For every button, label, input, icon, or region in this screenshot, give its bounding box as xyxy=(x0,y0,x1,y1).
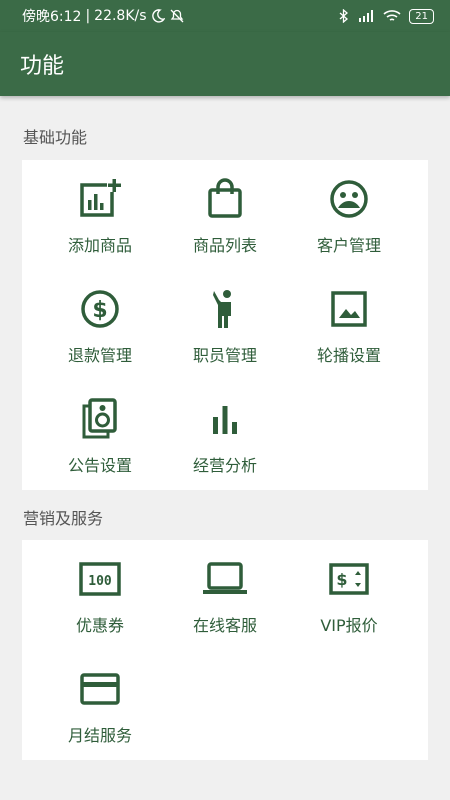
credit-card-icon xyxy=(77,666,123,712)
add-product-button[interactable]: 添加商品 xyxy=(32,160,168,270)
customer-management-button[interactable]: 客户管理 xyxy=(281,160,417,270)
bar-chart-icon xyxy=(202,396,248,442)
coupon-100-icon: 100 xyxy=(77,556,123,602)
product-list-button[interactable]: 商品列表 xyxy=(157,160,293,270)
announcement-settings-label: 公告设置 xyxy=(67,456,132,475)
svg-text:100: 100 xyxy=(88,574,112,589)
carousel-settings-button[interactable]: 轮播设置 xyxy=(281,270,417,380)
customer-management-label: 客户管理 xyxy=(316,236,381,255)
moon-icon xyxy=(151,9,165,23)
battery-indicator: 21 xyxy=(409,8,434,24)
basic-functions-card: 添加商品 商品列表 客户管理 $ 退款管理 职员管理 轮播设置 公告设置 经营分… xyxy=(22,160,428,490)
staff-management-label: 职员管理 xyxy=(192,346,257,365)
vip-quote-label: VIP报价 xyxy=(320,616,378,635)
monthly-settlement-label: 月结服务 xyxy=(67,726,132,745)
product-list-label: 商品列表 xyxy=(192,236,257,255)
bluetooth-icon xyxy=(339,9,349,23)
business-analysis-label: 经营分析 xyxy=(192,456,257,475)
network-speed: 22.8K/s xyxy=(94,8,147,24)
status-time: 傍晚6:12 xyxy=(22,9,82,25)
speaker-icon xyxy=(77,396,123,442)
wifi-icon xyxy=(383,9,401,23)
signal-icon xyxy=(357,9,375,23)
online-service-label: 在线客服 xyxy=(192,616,257,635)
vip-quote-button[interactable]: $ VIP报价 xyxy=(281,540,417,650)
dollar-circle-icon: $ xyxy=(77,286,123,332)
business-analysis-button[interactable]: 经营分析 xyxy=(157,380,293,490)
laptop-icon xyxy=(202,556,248,602)
coupon-button[interactable]: 100 优惠券 xyxy=(32,540,168,650)
svg-text:$: $ xyxy=(92,298,107,323)
image-icon xyxy=(326,286,372,332)
staff-person-icon xyxy=(202,286,248,332)
add-product-label: 添加商品 xyxy=(67,236,132,255)
monthly-settlement-button[interactable]: 月结服务 xyxy=(32,650,168,760)
announcement-settings-button[interactable]: 公告设置 xyxy=(32,380,168,490)
marketing-services-card: 100 优惠券 在线客服 $ VIP报价 月结服务 xyxy=(22,540,428,760)
carousel-settings-label: 轮播设置 xyxy=(316,346,381,365)
app-bar: 功能 xyxy=(0,32,450,96)
section-title-basic: 基础功能 xyxy=(23,128,88,147)
status-bar: 傍晚6:12 | 22.8K/s 21 xyxy=(0,0,450,32)
svg-text:$: $ xyxy=(336,570,347,589)
page-title: 功能 xyxy=(20,54,65,79)
price-tag-icon: $ xyxy=(326,556,372,602)
section-title-marketing: 营销及服务 xyxy=(23,509,104,528)
coupon-label: 优惠券 xyxy=(75,616,124,635)
refund-management-button[interactable]: $ 退款管理 xyxy=(32,270,168,380)
staff-management-button[interactable]: 职员管理 xyxy=(157,270,293,380)
mute-icon xyxy=(169,9,185,23)
customer-face-icon xyxy=(326,176,372,222)
refund-management-label: 退款管理 xyxy=(67,346,132,365)
add-chart-icon xyxy=(77,176,123,222)
online-service-button[interactable]: 在线客服 xyxy=(157,540,293,650)
shopping-bag-icon xyxy=(202,176,248,222)
